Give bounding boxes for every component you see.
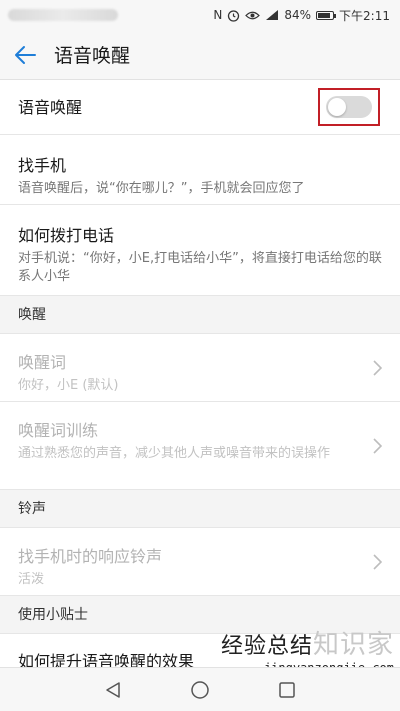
settings-list: 语音唤醒 找手机 语音唤醒后，说“你在哪儿？”，手机就会回应您了 如何拨打电话 … [0,80,400,694]
call-howto-row[interactable]: 如何拨打电话 对手机说：“你好，小E,打电话给小华”，将直接打电话给您的联系人小… [0,205,400,296]
section-tips-header: 使用小贴士 [0,596,400,634]
status-bar: N 84% 下午2:11 [0,0,400,30]
chevron-right-icon [373,553,382,570]
app-bar: 语音唤醒 [0,30,400,80]
back-arrow-icon [15,45,36,64]
page-title: 语音唤醒 [54,45,131,67]
chevron-right-icon [373,437,382,454]
section-ringtone-header: 铃声 [0,490,400,528]
back-button[interactable] [0,30,50,80]
navigation-bar [0,667,400,711]
battery-percent: 84% [284,8,312,22]
ringtone-label: 找手机时的响应铃声 [18,547,163,566]
nav-back-icon[interactable] [104,681,122,699]
battery-icon [316,10,337,20]
wake-word-training-row[interactable]: 唤醒词训练 通过熟悉您的声音，减少其他人声或噪音带来的误操作 [0,402,400,490]
wake-word-row[interactable]: 唤醒词 你好，小E (默认) [0,334,400,402]
nav-home-icon[interactable] [190,680,210,700]
find-phone-label: 找手机 [18,156,67,175]
toggle-highlight-box [318,88,380,126]
alarm-icon [228,9,240,22]
ringtone-value: 活泼 [18,572,45,587]
battery-fill [318,12,331,18]
eye-comfort-icon [245,11,261,19]
nfc-icon: N [213,8,223,22]
call-howto-label: 如何拨打电话 [18,226,115,245]
wake-word-training-label: 唤醒词训练 [18,421,99,440]
voice-wake-toggle[interactable] [326,96,372,118]
toggle-knob [328,98,346,116]
wake-word-label: 唤醒词 [18,353,67,372]
status-icons: N 84% 下午2:11 [213,7,390,24]
ringtone-row[interactable]: 找手机时的响应铃声 活泼 [0,528,400,596]
wake-word-training-desc: 通过熟悉您的声音，减少其他人声或噪音带来的误操作 [18,446,331,461]
wake-word-value: 你好，小E (默认) [18,378,119,393]
voice-wake-row[interactable]: 语音唤醒 [0,80,400,135]
clock: 下午2:11 [339,8,390,23]
find-phone-desc: 语音唤醒后，说“你在哪儿？”，手机就会回应您了 [18,181,305,196]
signal-icon [266,10,279,20]
chevron-right-icon [373,359,382,376]
section-wake-header: 唤醒 [0,296,400,334]
nav-recents-icon[interactable] [278,681,296,699]
find-phone-row[interactable]: 找手机 语音唤醒后，说“你在哪儿？”，手机就会回应您了 [0,135,400,205]
blurred-carrier-info [8,9,118,21]
call-howto-desc: 对手机说：“你好，小E,打电话给小华”，将直接打电话给您的联系人小华 [18,251,382,284]
